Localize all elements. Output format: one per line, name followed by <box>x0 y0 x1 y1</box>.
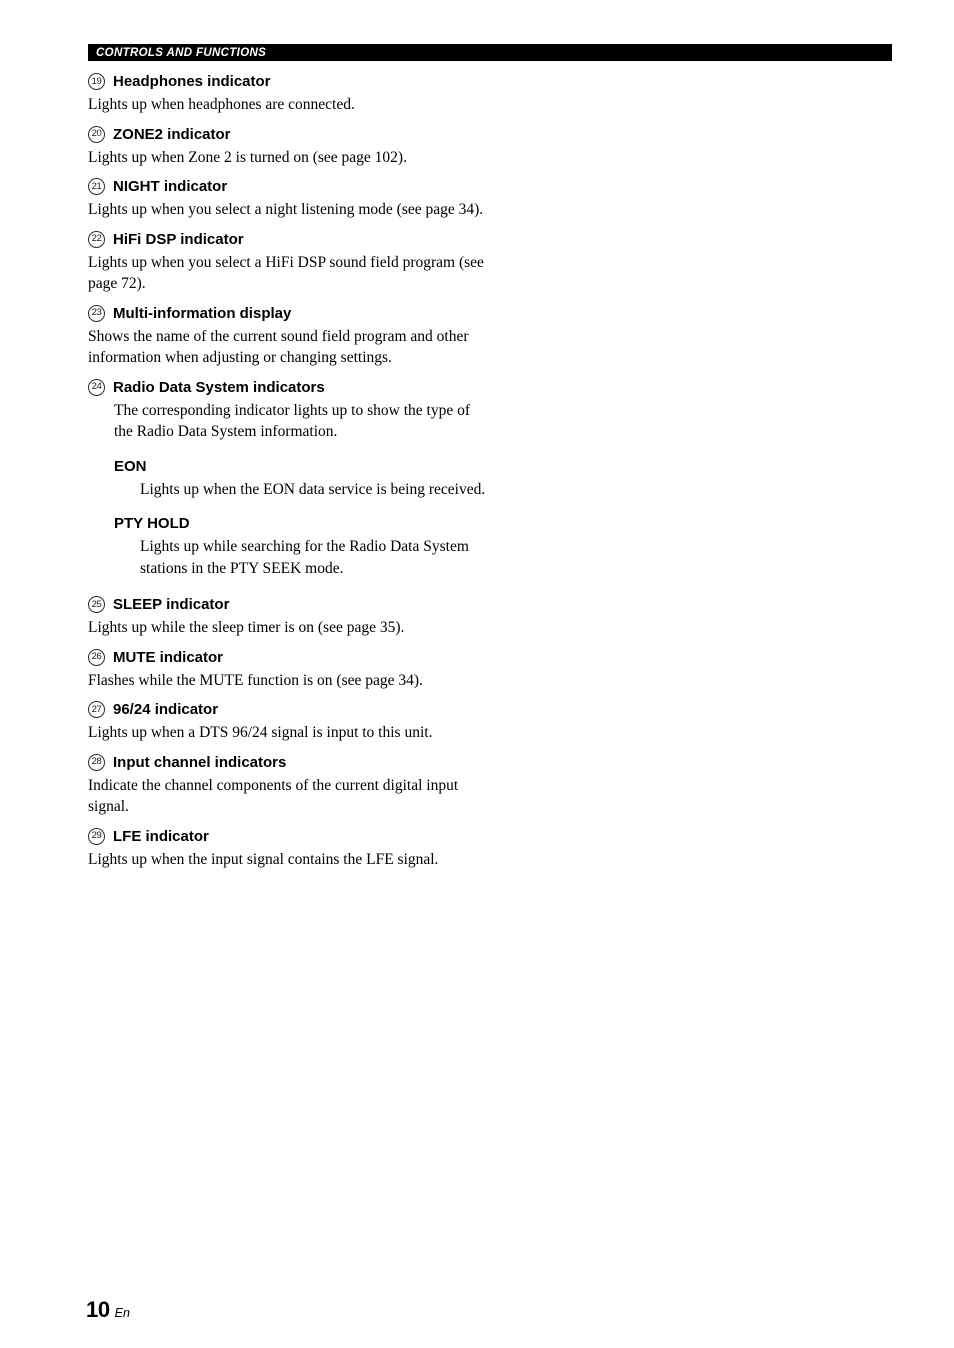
footer-language-code: En <box>114 1306 130 1320</box>
entry-heading: 24 Radio Data System indicators <box>88 378 488 397</box>
entry-title: Input channel indicators <box>113 753 287 771</box>
entry-body-text: Lights up when you select a night listen… <box>88 201 484 218</box>
entry-title: Multi-information display <box>113 304 292 322</box>
entry-heading: 25 SLEEP indicator <box>88 595 488 614</box>
entry-body-text: Lights up while the sleep timer is on (s… <box>88 619 405 636</box>
manual-entry: 25 SLEEP indicator Lights up while the sle… <box>88 595 488 639</box>
circled-number-icon: 22 <box>88 230 105 248</box>
manual-entry: 26 MUTE indicator Flashes while the MUTE f… <box>88 648 488 692</box>
footer-page-number: 10 <box>86 1297 110 1322</box>
manual-entry: 27 96/24 indicator Lights up when a DTS 96… <box>88 700 488 744</box>
page-content: 19 Headphones indicator Lights up when hea… <box>88 72 488 879</box>
entry-heading: 28 Input channel indicators <box>88 753 488 772</box>
entry-heading: 20 ZONE2 indicator <box>88 125 488 144</box>
entry-body-text: Flashes while the MUTE function is on (s… <box>88 671 423 689</box>
entry-title: HiFi DSP indicator <box>113 230 244 248</box>
circled-number-icon: 25 <box>88 596 105 613</box>
manual-sub-entry: PTY HOLD Lights up while searching for th… <box>114 514 488 579</box>
entry-body-text: Lights up when Zone 2 is turned on (see … <box>88 148 407 166</box>
sub-entry-body-text: Lights up while searching for the Radio … <box>140 538 469 577</box>
manual-entry: 22 HiFi DSP indicator Lights up when you s… <box>88 230 488 295</box>
manual-entry: 19 Headphones indicator Lights up when hea… <box>88 72 488 116</box>
sub-entry-title: PTY HOLD <box>114 515 190 532</box>
entry-body-text: Shows the name of the current sound fiel… <box>88 327 469 367</box>
circled-number-icon: 27 <box>88 701 105 718</box>
entry-body-text: Lights up when a DTS 96/24 signal is inp… <box>88 724 433 741</box>
entry-body-text: Indicate the channel components of the c… <box>88 776 459 816</box>
entry-body-text: Lights up when you select a HiFi DSP sou… <box>88 253 484 293</box>
entry-heading: 29 LFE indicator <box>88 827 488 846</box>
circled-number-icon: 21 <box>88 178 105 195</box>
manual-entry: 23 Multi-information display Shows the nam… <box>88 304 488 369</box>
entry-heading: 21 NIGHT indicator <box>88 177 488 196</box>
circled-number-icon: 24 <box>88 378 105 396</box>
sub-entry-title: EON <box>114 457 147 475</box>
circled-number-icon: 29 <box>88 827 105 845</box>
entry-heading: 19 Headphones indicator <box>88 72 488 91</box>
entry-body-text: Lights up when the input signal contains… <box>88 850 439 868</box>
entry-title: LFE indicator <box>113 827 209 845</box>
page-footer: 10 En <box>86 1299 130 1321</box>
manual-entry: 29 LFE indicator Lights up when the input … <box>88 827 488 871</box>
circled-number-icon: 19 <box>88 73 105 90</box>
entry-body-text: The corresponding indicator lights up to… <box>114 401 471 441</box>
entry-title: Radio Data System indicators <box>113 378 325 396</box>
manual-entry: 24 Radio Data System indicators The corres… <box>88 378 488 580</box>
entry-heading: 22 HiFi DSP indicator <box>88 230 488 249</box>
circled-number-icon: 20 <box>88 125 105 143</box>
circled-number-icon: 28 <box>88 753 105 771</box>
manual-entry: 21 NIGHT indicator Lights up when you sele… <box>88 177 488 221</box>
entry-title: 96/24 indicator <box>113 701 219 718</box>
running-header-bar: CONTROLS AND FUNCTIONS <box>88 44 892 61</box>
manual-entry: 20 ZONE2 indicator Lights up when Zone 2 i… <box>88 125 488 169</box>
circled-number-icon: 26 <box>88 648 105 666</box>
entry-title: MUTE indicator <box>113 648 224 666</box>
sub-entry-body-text: Lights up when the EON data service is b… <box>140 480 486 498</box>
manual-entry: 28 Input channel indicators Indicate the c… <box>88 753 488 818</box>
circled-number-icon: 23 <box>88 304 105 322</box>
entry-title: SLEEP indicator <box>113 596 230 613</box>
entry-heading: 27 96/24 indicator <box>88 700 488 719</box>
entry-heading: 23 Multi-information display <box>88 304 488 323</box>
manual-sub-entry: EON Lights up when the EON data service i… <box>114 457 488 501</box>
entry-body-text: Lights up when headphones are connected. <box>88 96 355 113</box>
entry-title: NIGHT indicator <box>113 178 228 195</box>
entry-heading: 26 MUTE indicator <box>88 648 488 667</box>
entry-title: Headphones indicator <box>113 73 271 90</box>
entry-title: ZONE2 indicator <box>113 125 231 143</box>
running-header-title: CONTROLS AND FUNCTIONS <box>96 46 267 59</box>
